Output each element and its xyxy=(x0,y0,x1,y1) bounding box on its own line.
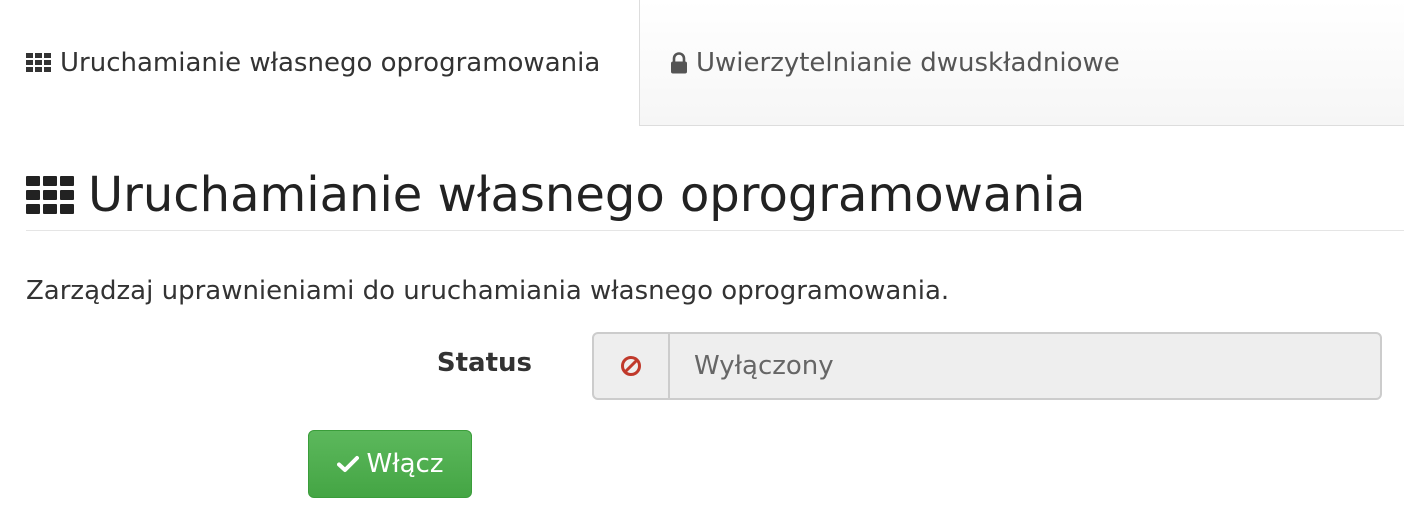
grid-icon xyxy=(26,53,52,73)
lock-icon xyxy=(670,51,688,74)
status-field xyxy=(670,334,1380,398)
page-description: Zarządzaj uprawnieniami do uruchamiania … xyxy=(26,276,950,306)
title-divider xyxy=(26,230,1404,231)
enable-button[interactable]: Włącz xyxy=(308,430,472,498)
status-input-group xyxy=(592,332,1382,400)
tab-two-factor-auth-label: Uwierzytelnianie dwuskładniowe xyxy=(696,47,1120,78)
check-icon xyxy=(336,455,359,473)
enable-button-label: Włącz xyxy=(366,449,444,479)
tab-two-factor-auth[interactable]: Uwierzytelnianie dwuskładniowe xyxy=(640,0,1404,126)
ban-icon xyxy=(594,334,670,398)
page-title-text: Uruchamianie własnego oprogramowania xyxy=(88,167,1086,223)
status-label: Status xyxy=(436,348,532,378)
grid-icon xyxy=(26,176,74,214)
tab-bar: Uruchamianie własnego oprogramowania Uwi… xyxy=(0,0,1404,126)
tab-custom-software[interactable]: Uruchamianie własnego oprogramowania xyxy=(0,0,640,126)
tab-custom-software-label: Uruchamianie własnego oprogramowania xyxy=(60,48,601,78)
page-title: Uruchamianie własnego oprogramowania xyxy=(26,160,1085,230)
